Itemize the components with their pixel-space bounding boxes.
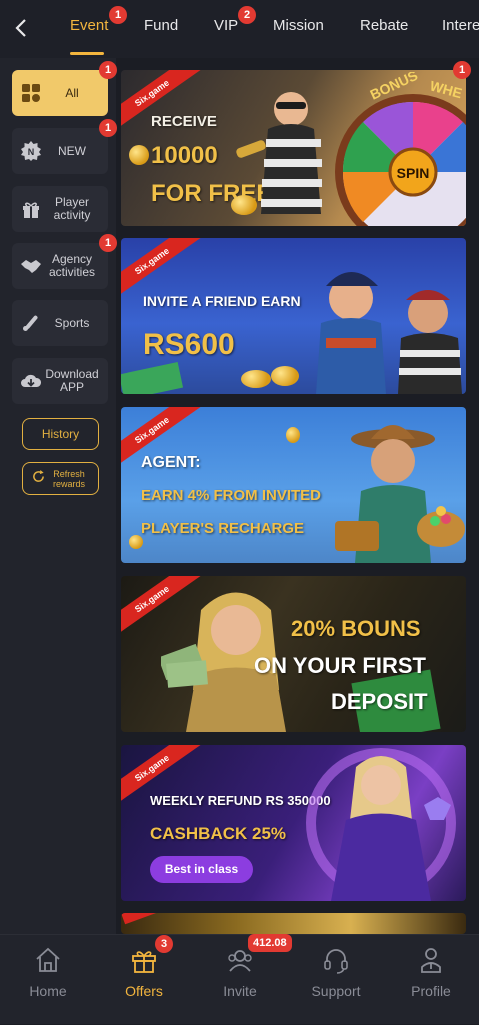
promo-banner-agent-earn[interactable]: Six.game AGENT: EARN 4% FROM INVITED PLA… (121, 407, 466, 563)
coin-pile (271, 366, 299, 386)
download-cloud-icon (20, 370, 42, 392)
new-icon: N (20, 140, 42, 162)
tab-vip[interactable]: VIP (214, 17, 238, 41)
banner-line1: RECEIVE (151, 113, 217, 130)
cash-stack (121, 362, 184, 394)
tab-interest[interactable]: Intere (442, 17, 479, 41)
sidebar-all-badge: 1 (99, 61, 117, 79)
coin-decoration (231, 195, 257, 215)
sidebar-item-label: Player activity (53, 195, 91, 222)
tab-event-badge: 1 (109, 6, 127, 24)
sidebar-item-label: NEW (58, 143, 86, 158)
coin-decoration (129, 535, 143, 549)
promo-banner-partial[interactable] (121, 913, 466, 934)
top-tab-bar: Event 1 Fund VIP 2 Mission Rebate Intere (0, 0, 479, 58)
headset-icon (324, 949, 348, 974)
active-tab-indicator (70, 52, 104, 55)
sidebar-new-badge: 1 (99, 119, 117, 137)
banner-line3: DEPOSIT (331, 689, 428, 714)
banner-line2: RS600 (143, 328, 235, 361)
history-button[interactable]: History (22, 418, 99, 450)
sidebar-item-label: Agency activities (48, 252, 95, 279)
sidebar-item-download-app[interactable]: Download APP (12, 358, 108, 404)
chevron-left-icon[interactable] (10, 14, 34, 42)
banner-line2: 10000 (151, 142, 218, 169)
tab-mission[interactable]: Mission (273, 17, 324, 41)
banner-line1: WEEKLY REFUND RS 350000 (150, 793, 331, 808)
nav-profile[interactable]: Profile (383, 935, 479, 1025)
banner-line1: AGENT: (141, 454, 201, 471)
nav-home[interactable]: Home (0, 935, 96, 1025)
tab-event[interactable]: Event (70, 17, 108, 41)
person-icon (421, 948, 441, 973)
grid-icon (20, 82, 42, 104)
nav-invite-badge: 412.08 (248, 934, 292, 952)
home-icon (36, 947, 60, 972)
nav-support[interactable]: Support (288, 935, 384, 1025)
banner-line1: INVITE A FRIEND EARN (143, 293, 301, 309)
tab-rebate[interactable]: Rebate (360, 17, 408, 41)
refresh-icon (32, 469, 45, 488)
sidebar-item-label: Sports (54, 315, 90, 330)
nav-offers-label: Offers (125, 983, 163, 999)
tab-fund[interactable]: Fund (144, 17, 178, 41)
sidebar-item-all[interactable]: All (12, 70, 108, 116)
nav-support-label: Support (311, 983, 361, 999)
sidebar-item-agency-activities[interactable]: Agency activities (12, 243, 108, 289)
banner-badge: 1 (453, 61, 471, 79)
sidebar-item-sports[interactable]: Sports (12, 300, 108, 346)
nav-offers-badge: 3 (155, 935, 173, 953)
coin-pile (241, 370, 271, 388)
category-sidebar: All 1 N NEW 1 Player activity Agency act… (0, 58, 117, 934)
banner-line2: EARN 4% FROM INVITED (141, 487, 322, 504)
banner-line2: CASHBACK 25% (150, 824, 287, 843)
nav-invite-label: Invite (223, 983, 257, 999)
sidebar-item-player-activity[interactable]: Player activity (12, 186, 108, 232)
handshake-icon (20, 255, 42, 277)
brand-ribbon (121, 913, 201, 925)
bottom-navigation: Home Offers 3 Invite 412.08 Support Prof… (0, 934, 479, 1024)
spin-wheel-image: SPIN BONUS WHE (335, 72, 466, 226)
banner-line1: 20% BOUNS (291, 616, 421, 641)
sidebar-item-new[interactable]: N NEW (12, 128, 108, 174)
sidebar-item-label: Download APP (45, 367, 99, 394)
promo-banner-first-deposit[interactable]: Six.game 20% BOUNS ON YOUR FIRST DEPOSIT (121, 576, 466, 732)
refresh-rewards-label: Refresh rewards (52, 468, 85, 489)
promo-banner-invite-friend[interactable]: Six.game INVITE A FRIEND EARN RS600 (121, 238, 466, 394)
pirate-characters-image (316, 272, 462, 394)
coin-decoration (129, 145, 149, 165)
wheel-spin-label: SPIN (397, 165, 430, 181)
sidebar-agency-badge: 1 (99, 234, 117, 252)
svg-text:N: N (28, 147, 35, 157)
adventurer-character-image (335, 425, 465, 563)
gift-box-icon (132, 951, 156, 973)
banner-line2: ON YOUR FIRST (254, 653, 426, 678)
brand-ribbon: Six.game (121, 238, 203, 300)
woman-with-gem-image (306, 748, 456, 901)
nav-profile-label: Profile (411, 983, 451, 999)
sidebar-item-label: All (65, 85, 79, 100)
tab-vip-badge: 2 (238, 6, 256, 24)
best-in-class-button[interactable]: Best in class (150, 856, 253, 883)
refresh-rewards-button[interactable]: Refresh rewards (22, 462, 99, 495)
promo-banner-receive-10000[interactable]: Six.game RECEIVE 10000 FOR FREE SPIN BON… (121, 70, 466, 226)
sports-icon (20, 312, 42, 334)
promo-banner-weekly-refund[interactable]: Six.game WEEKLY REFUND RS 350000 CASHBAC… (121, 745, 466, 901)
gift-icon (20, 198, 42, 220)
nav-invite[interactable]: Invite 412.08 (192, 934, 292, 1025)
nav-offers[interactable]: Offers 3 (96, 935, 192, 1025)
banner-line3: PLAYER'S RECHARGE (141, 520, 305, 537)
coin-decoration (286, 427, 300, 443)
nav-home-label: Home (29, 983, 67, 999)
